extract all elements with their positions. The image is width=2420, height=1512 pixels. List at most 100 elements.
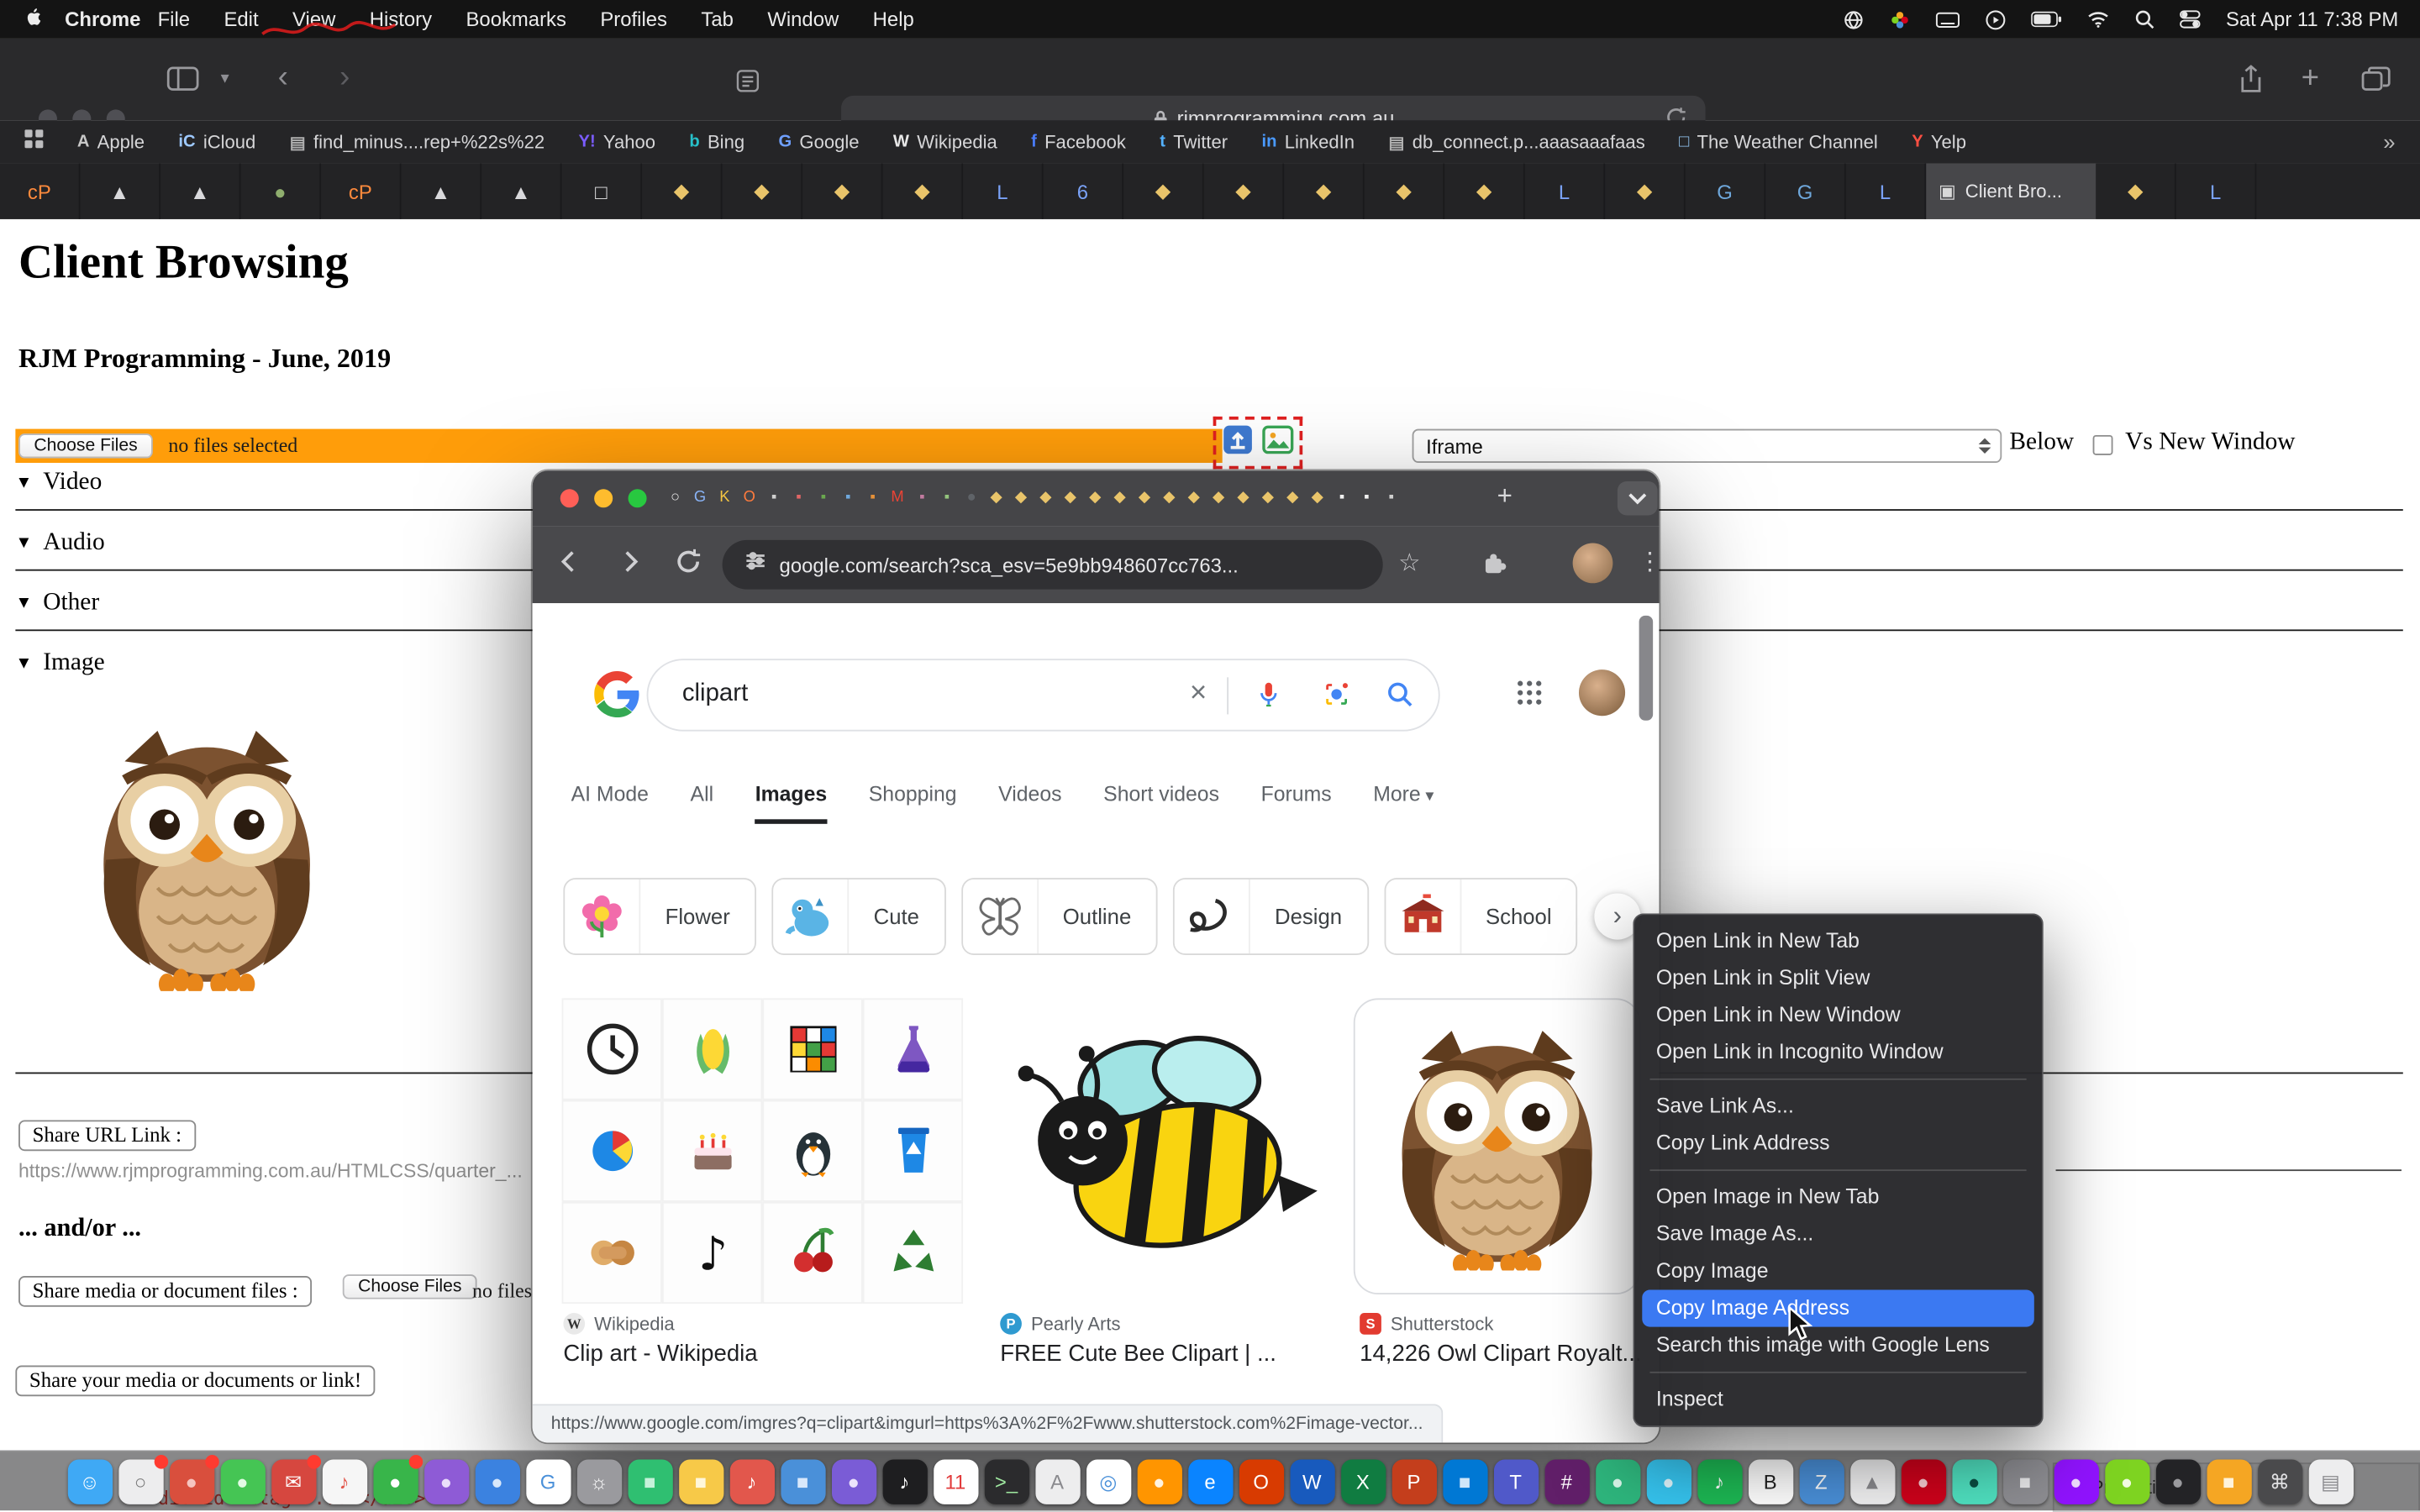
mini-tab-favicon[interactable]: ◆ [986, 486, 1007, 510]
result-title[interactable]: FREE Cute Bee Clipart | ... [1000, 1341, 1332, 1367]
dock-icon[interactable]: ● [1646, 1459, 1691, 1504]
favorites-bar-item[interactable]: ▤ find_minus....rep+%22s%22 [290, 131, 544, 153]
menu-item[interactable]: Bookmarks [466, 8, 566, 31]
dock-icon[interactable]: ● [475, 1459, 519, 1504]
mini-tab-favicon[interactable]: ● [961, 486, 981, 510]
pinned-tab[interactable]: ▲ [481, 164, 562, 219]
mini-tab-favicon[interactable]: ◆ [1258, 486, 1278, 510]
chip-cute[interactable]: Cute [771, 878, 945, 955]
dock-icon[interactable]: B [1748, 1459, 1792, 1504]
results-nav-tab[interactable]: AI Mode [571, 782, 649, 824]
extensions-icon[interactable] [1481, 551, 1507, 585]
menu-item[interactable]: Edit [224, 8, 258, 31]
dock-icon[interactable]: ● [1952, 1459, 1996, 1504]
context-menu-item-search-google-lens[interactable]: Search this image with Google Lens [1642, 1327, 2034, 1364]
pinned-tab[interactable]: ◆ [723, 164, 803, 219]
pinned-tab[interactable]: G [1686, 164, 1766, 219]
new-tab-icon[interactable]: + [1497, 481, 1512, 512]
menu-bar-clock[interactable]: Sat Apr 11 7:38 PM [2226, 8, 2398, 31]
section-image[interactable]: ▼Image [15, 649, 104, 677]
menu-item[interactable]: File [158, 8, 190, 31]
dock-icon[interactable]: ♪ [322, 1459, 366, 1504]
pinned-tab[interactable]: ◆ [642, 164, 723, 219]
pinned-tab[interactable]: ◆ [1605, 164, 1686, 219]
choose-files-button[interactable]: Choose Files [18, 433, 153, 458]
mini-tab-favicon[interactable]: O [739, 486, 760, 510]
mini-tab-favicon[interactable]: ◆ [1282, 486, 1302, 510]
dock-icon[interactable]: ♪ [729, 1459, 774, 1504]
chip-design[interactable]: Design [1173, 878, 1369, 955]
results-nav-tab[interactable]: All [691, 782, 714, 824]
menu-item[interactable]: Help [873, 8, 914, 31]
dock-icon[interactable]: ☺ [67, 1459, 112, 1504]
pinned-tab[interactable]: ◆ [883, 164, 964, 219]
pinned-tab[interactable]: ◆ [1365, 164, 1445, 219]
menu-item[interactable]: Window [767, 8, 839, 31]
section-video[interactable]: ▼Video [15, 469, 102, 496]
pinned-tab[interactable]: cP [0, 164, 81, 219]
result-source[interactable]: S Shutterstock [1360, 1313, 1493, 1335]
mini-tab-favicon[interactable]: ◆ [1134, 486, 1155, 510]
choose-files-button-2[interactable]: Choose Files [343, 1274, 477, 1299]
google-lens-icon[interactable] [1323, 680, 1350, 716]
mini-tab-favicon[interactable]: ○ [666, 486, 686, 510]
control-center-icon[interactable] [2180, 9, 2202, 29]
result-image-bee[interactable] [1000, 994, 1327, 1302]
search-submit-icon[interactable] [1386, 680, 1413, 716]
back-button[interactable] [554, 546, 585, 585]
chrome-menu-icon[interactable]: ⋮ [1638, 546, 1662, 577]
mini-tab-favicon[interactable]: ◆ [1234, 486, 1254, 510]
forward-button[interactable]: › [339, 61, 350, 92]
pinned-tab[interactable]: ▲ [402, 164, 482, 219]
dock-icon[interactable]: X [1340, 1459, 1385, 1504]
active-tab[interactable]: ▣ Client Bro... [1926, 164, 2096, 219]
chip-flower[interactable]: Flower [563, 878, 756, 955]
share-icon[interactable] [2238, 65, 2264, 102]
pinned-tab[interactable]: ◆ [2096, 164, 2176, 219]
results-nav-tab[interactable]: More [1373, 782, 1434, 824]
popup-address-bar[interactable]: google.com/search?sca_esv=5e9bb948607cc7… [723, 540, 1383, 590]
chip-outline[interactable]: Outline [961, 878, 1158, 955]
dock-icon[interactable]: ▤ [2308, 1459, 2353, 1504]
mini-tab-favicon[interactable]: ◆ [1060, 486, 1081, 510]
dock-icon[interactable]: ⌘ [2257, 1459, 2302, 1504]
dock-icon[interactable]: ● [2155, 1459, 2200, 1504]
dock-icon[interactable]: ● [2054, 1459, 2098, 1504]
results-nav-tab[interactable]: Short videos [1103, 782, 1219, 824]
mini-tab-favicon[interactable]: ▪ [863, 486, 883, 510]
forward-button[interactable] [614, 546, 645, 585]
pinned-tab[interactable]: ◆ [802, 164, 883, 219]
dock-icon[interactable]: ■ [628, 1459, 672, 1504]
mini-tab-favicon[interactable]: G [690, 486, 710, 510]
mini-tab-favicon[interactable]: ▪ [1381, 486, 1402, 510]
results-nav-tab[interactable]: Images [755, 782, 827, 824]
upload-icon[interactable] [1221, 422, 1255, 464]
share-media-label[interactable]: Share media or document files : [18, 1276, 312, 1307]
pinned-tab[interactable]: ◆ [1123, 164, 1204, 219]
pinned-tab[interactable]: L [963, 164, 1044, 219]
pinned-tab[interactable]: □ [562, 164, 643, 219]
mini-tab-favicon[interactable]: ▪ [937, 486, 957, 510]
results-nav-tab[interactable]: Shopping [869, 782, 957, 824]
profile-avatar[interactable] [1573, 543, 1613, 584]
favorites-grid-icon[interactable] [24, 128, 43, 155]
mini-tab-favicon[interactable]: ◆ [1307, 486, 1328, 510]
context-menu-item-open-link-new-tab[interactable]: Open Link in New Tab [1642, 922, 2034, 959]
menu-item[interactable]: Profiles [600, 8, 667, 31]
mini-tab-favicon[interactable]: ◆ [1085, 486, 1105, 510]
dock-icon[interactable]: ◎ [1086, 1459, 1130, 1504]
context-menu-item-open-link-new-window[interactable]: Open Link in New Window [1642, 997, 2034, 1034]
dock-icon[interactable]: ■ [678, 1459, 723, 1504]
dock-icon[interactable]: ■ [2002, 1459, 2047, 1504]
favorites-bar-item[interactable]: A Apple [77, 131, 145, 153]
pinned-tab[interactable]: L [2176, 164, 2257, 219]
pinned-tab[interactable]: L [1846, 164, 1927, 219]
mini-tab-favicon[interactable]: ◆ [1035, 486, 1055, 510]
favorites-bar-item[interactable]: t Twitter [1160, 131, 1228, 153]
results-nav-tab[interactable]: Videos [998, 782, 1061, 824]
dock-icon[interactable]: ● [220, 1459, 265, 1504]
share-url-input-line[interactable] [2056, 1169, 2402, 1171]
tab-overview-icon[interactable] [2361, 66, 2391, 99]
pinned-tab[interactable]: L [1525, 164, 1606, 219]
dock-icon[interactable]: P [1392, 1459, 1436, 1504]
